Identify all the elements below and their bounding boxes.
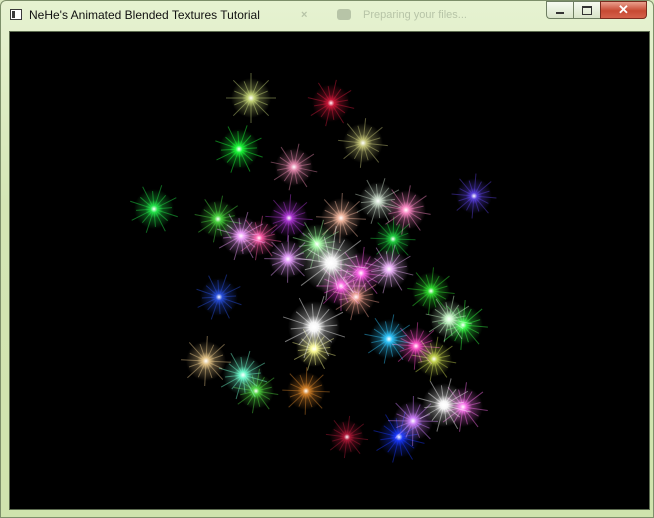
close-icon: ✕ [618,2,629,17]
starfield [130,73,497,463]
star-particle [226,73,276,123]
minimize-icon [556,11,564,14]
star-particle [338,118,388,168]
background-camera-icon [337,9,351,20]
caption-buttons: ✕ [546,1,647,20]
star-particle [215,125,263,173]
star-particle [325,415,369,459]
window-title: NeHe's Animated Blended Textures Tutoria… [29,8,260,22]
background-window-text: Preparing your files... [363,9,467,21]
maximize-button[interactable] [573,1,600,19]
title-bar[interactable]: NeHe's Animated Blended Textures Tutoria… [1,1,653,29]
app-window: NeHe's Animated Blended Textures Tutoria… [0,0,654,518]
star-particle [270,143,318,191]
star-particle [264,235,312,283]
window-app-icon[interactable] [10,9,22,20]
star-particle [130,185,178,233]
star-particle [196,274,242,320]
star-particle [307,79,355,127]
maximize-icon [582,5,592,15]
star-particle [451,173,497,219]
minimize-button[interactable] [546,1,573,19]
star-particle [282,367,330,415]
background-tab-close-icon: × [301,9,308,21]
close-button[interactable]: ✕ [600,1,647,19]
opengl-canvas[interactable] [9,31,650,510]
